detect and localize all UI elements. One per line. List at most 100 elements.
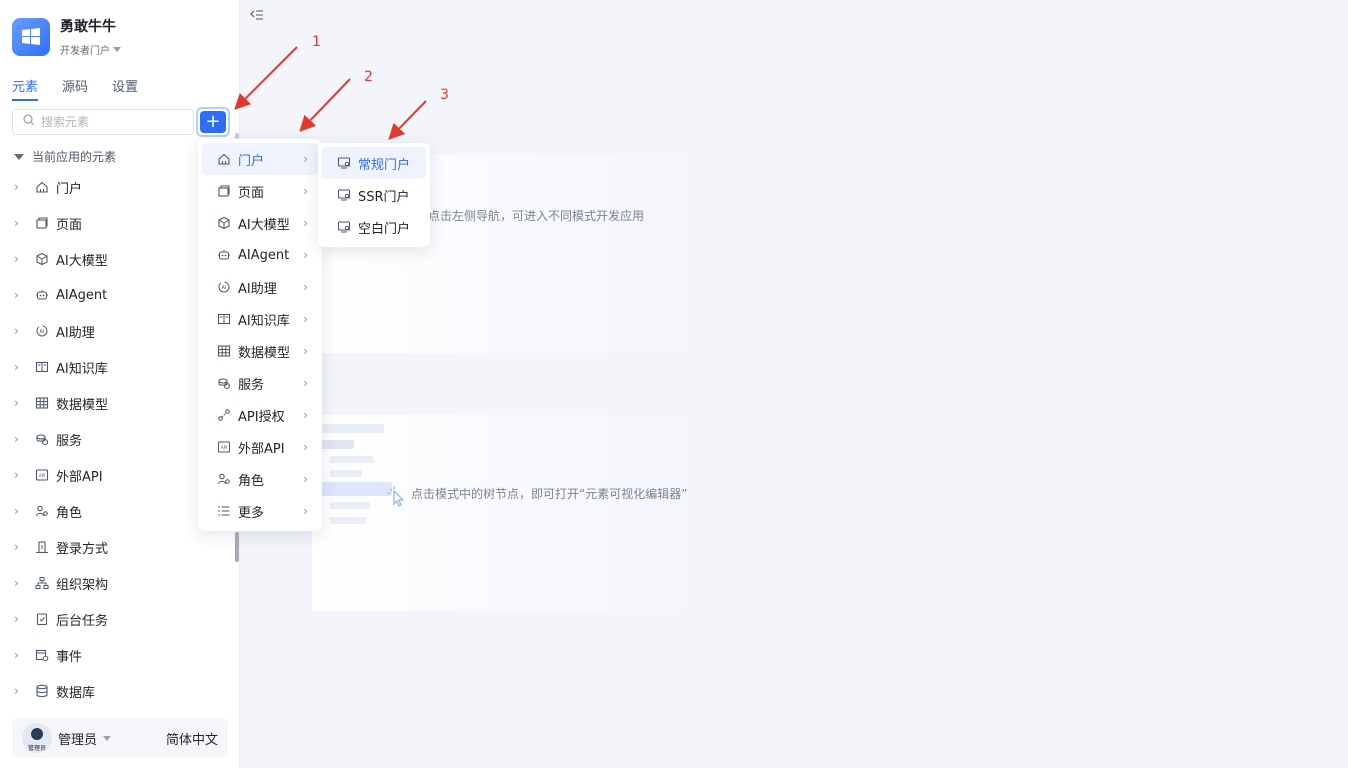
avatar[interactable]: 管理员	[22, 723, 52, 753]
chevron-right-icon: ›	[303, 280, 308, 294]
menu-item-cube[interactable]: AI大模型 ›	[202, 207, 318, 239]
menu-item-label: 页面	[238, 185, 265, 201]
collapse-sidebar-icon[interactable]	[250, 9, 264, 24]
chevron-right-icon[interactable]: ›	[14, 180, 24, 194]
menu-item-list[interactable]: 更多 ›	[202, 495, 318, 527]
tree-item-org[interactable]: › 组织架构	[0, 565, 232, 601]
plus-icon: +	[200, 111, 226, 133]
chevron-right-icon[interactable]: ›	[14, 252, 24, 266]
tree-item-login[interactable]: › 登录方式	[0, 529, 232, 565]
chevron-right-icon[interactable]: ›	[14, 288, 24, 302]
menu-item-table[interactable]: 数据模型 ›	[202, 335, 318, 367]
menu-item-home[interactable]: 门户 ›	[202, 143, 318, 175]
chevron-right-icon[interactable]: ›	[14, 576, 24, 590]
home-icon	[34, 179, 50, 195]
submenu-item-label: 空白门户	[358, 221, 411, 237]
role-icon	[216, 471, 232, 487]
tree-item-label: 门户	[56, 181, 83, 197]
chevron-right-icon: ›	[303, 376, 308, 390]
coins-icon	[34, 431, 50, 447]
chevron-right-icon: ›	[303, 216, 308, 230]
tree-item-label: 登录方式	[56, 541, 109, 557]
menu-item-coins[interactable]: 服务 ›	[202, 367, 318, 399]
menu-item-label: AI知识库	[238, 313, 290, 329]
page-icon	[216, 183, 232, 199]
tree-item-label: 角色	[56, 505, 83, 521]
cube-icon	[34, 251, 50, 267]
tree-item-event[interactable]: › 事件	[0, 637, 232, 673]
chevron-right-icon[interactable]: ›	[14, 684, 24, 698]
chevron-right-icon: ›	[303, 152, 308, 166]
menu-item-ai-assistant[interactable]: AI AI助理 ›	[202, 271, 318, 303]
chevron-right-icon[interactable]: ›	[14, 216, 24, 230]
tree-item-label: AI助理	[56, 325, 95, 341]
book-icon	[34, 359, 50, 375]
chevron-right-icon[interactable]: ›	[14, 540, 24, 554]
chevron-right-icon[interactable]: ›	[14, 468, 24, 482]
chevron-right-icon: ›	[303, 344, 308, 358]
robot-icon	[216, 247, 232, 263]
chevron-right-icon[interactable]: ›	[14, 648, 24, 662]
chevron-right-icon[interactable]: ›	[14, 324, 24, 338]
monitor-icon	[336, 219, 352, 235]
tab-settings[interactable]: 设置	[112, 76, 138, 101]
chevron-right-icon: ›	[303, 184, 308, 198]
add-element-button[interactable]: +	[196, 107, 230, 137]
menu-item-label: API授权	[238, 409, 285, 425]
submenu-item-label: SSR门户	[358, 189, 410, 205]
section-current-app[interactable]: 当前应用的元素	[14, 148, 116, 165]
app-header: 勇敢牛牛 开发者门户	[12, 18, 121, 57]
chevron-right-icon: ›	[303, 312, 308, 326]
monitor-icon	[336, 155, 352, 171]
chevron-right-icon[interactable]: ›	[14, 612, 24, 626]
submenu-item-ssr-portal[interactable]: SSR门户	[322, 179, 426, 211]
caret-down-icon	[103, 735, 112, 741]
menu-item-robot[interactable]: AIAgent ›	[202, 239, 318, 271]
portal-selector[interactable]: 开发者门户	[60, 42, 121, 57]
tree-item-label: AIAgent	[56, 287, 108, 303]
tree-item-label: 事件	[56, 649, 83, 665]
menu-item-page[interactable]: 页面 ›	[202, 175, 318, 207]
user-bar: 管理员 管理员 简体中文	[12, 718, 228, 758]
hint-tree: 点击模式中的树节点，即可打开“元素可视化编辑器”	[411, 487, 688, 501]
tree-item-database[interactable]: › 数据库	[0, 673, 232, 709]
coins-icon	[216, 375, 232, 391]
user-name: 管理员	[58, 732, 98, 748]
chevron-right-icon[interactable]: ›	[14, 396, 24, 410]
ai-assistant-icon: AI	[34, 323, 50, 339]
submenu-item-standard-portal[interactable]: 常规门户	[322, 147, 426, 179]
collapse-triangle-icon	[14, 153, 24, 160]
tab-source[interactable]: 源码	[62, 76, 88, 101]
menu-item-label: AI大模型	[238, 217, 290, 233]
search-icon	[23, 114, 35, 130]
menu-item-label: AI助理	[238, 281, 277, 297]
user-menu[interactable]: 管理员	[58, 729, 112, 748]
api-icon: API	[216, 439, 232, 455]
search-input[interactable]	[41, 115, 181, 129]
svg-text:AI: AI	[40, 329, 45, 335]
menu-item-link[interactable]: API授权 ›	[202, 399, 318, 431]
robot-icon	[34, 287, 50, 303]
annotation-3: 3	[440, 87, 449, 103]
svg-text:API: API	[221, 445, 227, 450]
chevron-right-icon: ›	[303, 472, 308, 486]
menu-item-api[interactable]: API 外部API ›	[202, 431, 318, 463]
chevron-right-icon[interactable]: ›	[14, 504, 24, 518]
chevron-right-icon[interactable]: ›	[14, 360, 24, 374]
menu-item-role[interactable]: 角色 ›	[202, 463, 318, 495]
page-icon	[34, 215, 50, 231]
menu-item-label: 角色	[238, 473, 265, 489]
language-selector[interactable]: 简体中文	[166, 729, 218, 748]
add-element-menu: 门户 › 页面 › AI大模型 › AIAgent › AI AI助理 › AI知识库 › 数据模型 › 服务…	[198, 139, 322, 531]
tree-item-task[interactable]: › 后台任务	[0, 601, 232, 637]
submenu-item-blank-portal[interactable]: 空白门户	[322, 211, 426, 243]
role-icon	[34, 503, 50, 519]
svg-text:AI: AI	[222, 285, 227, 291]
tab-elements[interactable]: 元素	[12, 76, 39, 101]
tree-item-label: 服务	[56, 433, 83, 449]
chevron-right-icon[interactable]: ›	[14, 432, 24, 446]
app-name: 勇敢牛牛	[60, 19, 116, 35]
chevron-right-icon: ›	[303, 504, 308, 518]
scrollbar[interactable]	[235, 532, 239, 562]
menu-item-book[interactable]: AI知识库 ›	[202, 303, 318, 335]
